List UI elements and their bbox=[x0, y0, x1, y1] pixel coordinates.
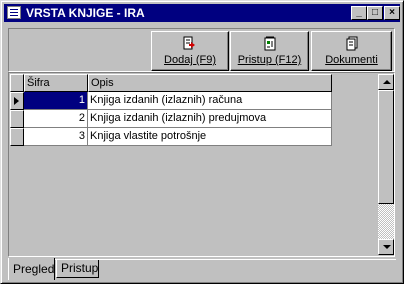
scroll-up-button[interactable] bbox=[378, 74, 394, 90]
tab-pristup[interactable]: Pristup bbox=[56, 260, 99, 278]
scroll-thumb[interactable] bbox=[378, 90, 394, 204]
window-title: VRSTA KNJIGE - IRA bbox=[26, 6, 145, 20]
table-cell-opis[interactable]: Knjiga izdanih (izlaznih) predujmova bbox=[88, 110, 332, 128]
documents-button[interactable]: Dokumenti bbox=[311, 31, 392, 71]
vertical-scrollbar[interactable] bbox=[378, 74, 394, 255]
tab-pregled[interactable]: Pregled bbox=[8, 258, 55, 280]
minimize-button[interactable]: _ bbox=[351, 6, 367, 20]
row-indicator[interactable] bbox=[10, 110, 24, 128]
documents-icon bbox=[346, 36, 357, 51]
titlebar[interactable]: VRSTA KNJIGE - IRA _ □ × bbox=[4, 4, 400, 22]
main-window: VRSTA KNJIGE - IRA _ □ × Dodaj (F9) Pris… bbox=[0, 0, 404, 284]
column-header-opis[interactable]: Opis bbox=[88, 74, 332, 92]
access-button[interactable]: Pristup (F12) bbox=[230, 31, 309, 71]
data-grid[interactable]: Šifra Opis 1 Knjiga izdanih (izlaznih) r… bbox=[8, 72, 395, 257]
table-cell-opis[interactable]: Knjiga izdanih (izlaznih) računa bbox=[88, 92, 332, 110]
access-button-label: Pristup (F12) bbox=[237, 54, 302, 66]
row-indicator[interactable] bbox=[10, 92, 24, 110]
close-button[interactable]: × bbox=[384, 6, 400, 20]
toolbar: Dodaj (F9) Pristup (F12) Dokumenti bbox=[8, 28, 395, 72]
app-icon[interactable] bbox=[7, 6, 21, 19]
table-cell-opis[interactable]: Knjiga vlastite potrošnje bbox=[88, 128, 332, 146]
add-button-label: Dodaj (F9) bbox=[164, 54, 216, 66]
table-cell-sifra[interactable]: 2 bbox=[24, 110, 88, 128]
add-button[interactable]: Dodaj (F9) bbox=[151, 31, 229, 71]
table-cell-sifra[interactable]: 3 bbox=[24, 128, 88, 146]
access-icon bbox=[264, 36, 275, 51]
documents-button-label: Dokumenti bbox=[325, 54, 378, 66]
maximize-button[interactable]: □ bbox=[367, 6, 383, 20]
grid-corner bbox=[10, 74, 24, 92]
chevron-up-icon bbox=[383, 80, 391, 84]
add-record-icon bbox=[183, 36, 195, 50]
table-cell-sifra[interactable]: 1 bbox=[24, 92, 88, 110]
chevron-down-icon bbox=[383, 245, 391, 249]
scroll-down-button[interactable] bbox=[378, 239, 394, 255]
column-header-sifra[interactable]: Šifra bbox=[24, 74, 88, 92]
row-pointer-icon bbox=[14, 97, 19, 105]
row-indicator[interactable] bbox=[10, 128, 24, 146]
